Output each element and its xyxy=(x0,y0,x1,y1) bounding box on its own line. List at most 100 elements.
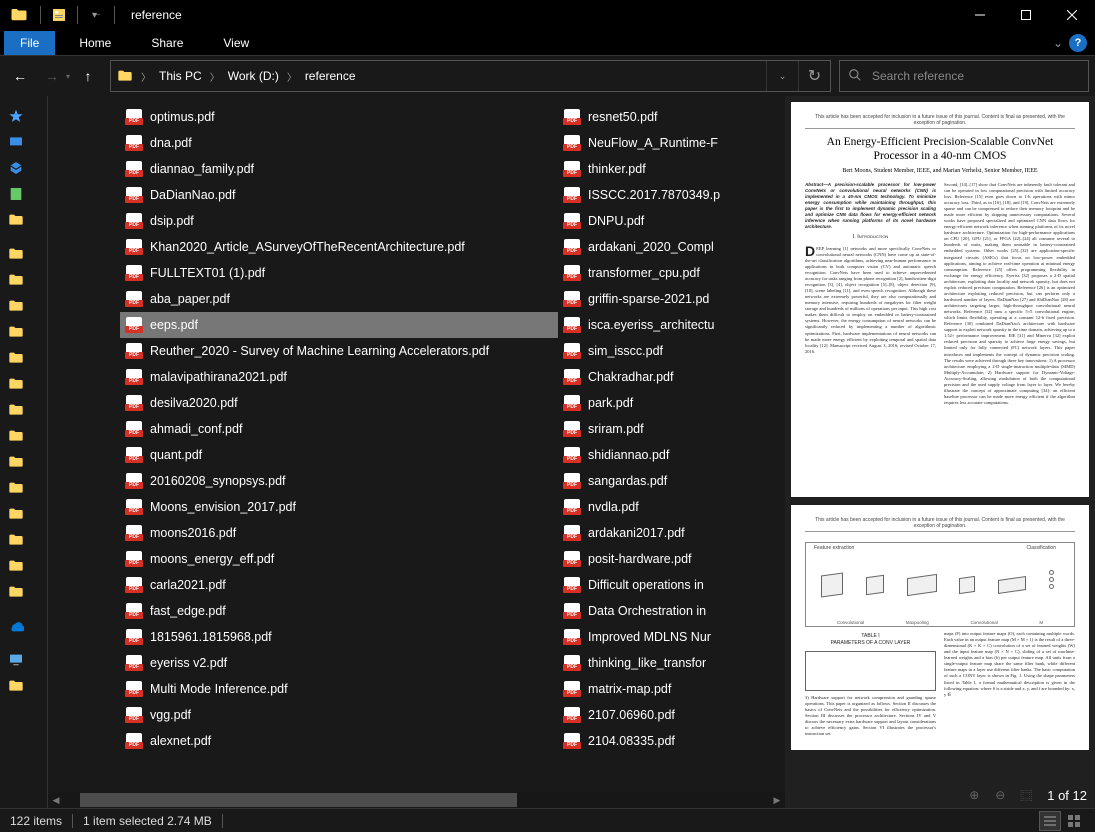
sidebar-item[interactable] xyxy=(0,580,47,604)
horizontal-scrollbar[interactable]: ◀ ▶ xyxy=(48,792,785,808)
file-row[interactable]: ✓diannao_family.pdf xyxy=(120,156,558,182)
ribbon-expand-icon[interactable]: ⌄ xyxy=(1053,36,1063,50)
file-row[interactable]: ✓desilva2020.pdf xyxy=(120,390,558,416)
ribbon-tab-home[interactable]: Home xyxy=(63,31,127,55)
sidebar-item[interactable] xyxy=(0,502,47,526)
file-row[interactable]: ✓Data Orchestration in xyxy=(558,598,778,624)
file-row[interactable]: ✓20160208_synopsys.pdf xyxy=(120,468,558,494)
file-row[interactable]: ✓dna.pdf xyxy=(120,130,558,156)
preview-page-2[interactable]: This article has been accepted for inclu… xyxy=(791,505,1089,750)
sidebar-quick-access[interactable] xyxy=(0,104,47,128)
sidebar-item[interactable] xyxy=(0,320,47,344)
file-row[interactable]: ✓2104.08335.pdf xyxy=(558,728,778,754)
file-row[interactable]: ✓2107.06960.pdf xyxy=(558,702,778,728)
file-row[interactable]: ✓alexnet.pdf xyxy=(120,728,558,754)
scroll-right-icon[interactable]: ▶ xyxy=(769,792,785,808)
file-row[interactable]: ✓quant.pdf xyxy=(120,442,558,468)
details-view-button[interactable] xyxy=(1039,811,1061,831)
file-row[interactable]: ✓Difficult operations in xyxy=(558,572,778,598)
file-row[interactable]: ✓moons2016.pdf xyxy=(120,520,558,546)
sidebar-onedrive[interactable] xyxy=(0,614,47,638)
file-row[interactable]: ✓posit-hardware.pdf xyxy=(558,546,778,572)
file-row[interactable]: ✓ardakani_2020_Compl xyxy=(558,234,778,260)
forward-button[interactable]: → xyxy=(38,62,66,90)
sidebar-item[interactable] xyxy=(0,372,47,396)
file-row[interactable]: ✓aba_paper.pdf xyxy=(120,286,558,312)
refresh-button[interactable]: ↻ xyxy=(798,61,830,91)
sidebar-item[interactable] xyxy=(0,424,47,448)
scroll-left-icon[interactable]: ◀ xyxy=(48,792,64,808)
scrollbar-thumb[interactable] xyxy=(80,793,517,807)
file-row[interactable]: ✓Chakradhar.pdf xyxy=(558,364,778,390)
file-row[interactable]: ✓Moons_envision_2017.pdf xyxy=(120,494,558,520)
file-row[interactable]: ✓carla2021.pdf xyxy=(120,572,558,598)
address-bar[interactable]: 〉 This PC 〉 Work (D:) 〉 reference ⌄ ↻ xyxy=(110,60,831,92)
sidebar-this-pc[interactable] xyxy=(0,648,47,672)
sidebar-item[interactable] xyxy=(0,268,47,292)
minimize-button[interactable] xyxy=(957,0,1003,30)
back-button[interactable]: ← xyxy=(6,62,34,90)
file-row[interactable]: ✓shidiannao.pdf xyxy=(558,442,778,468)
address-dropdown-icon[interactable]: ⌄ xyxy=(766,61,798,91)
file-row[interactable]: ✓FULLTEXT01 (1).pdf xyxy=(120,260,558,286)
file-tab[interactable]: File xyxy=(4,31,55,55)
file-row[interactable]: ✓ardakani2017.pdf xyxy=(558,520,778,546)
file-row[interactable]: ✓Reuther_2020 - Survey of Machine Learni… xyxy=(120,338,558,364)
fit-page-icon[interactable]: ⿴ xyxy=(1015,784,1037,806)
file-row[interactable]: ✓Khan2020_Article_ASurveyOfTheRecentArch… xyxy=(120,234,558,260)
breadcrumb-separator[interactable]: 〉 xyxy=(285,69,299,84)
sidebar-item[interactable] xyxy=(0,156,47,180)
file-row[interactable]: ✓sim_isscc.pdf xyxy=(558,338,778,364)
file-row[interactable]: ✓isca.eyeriss_architectu xyxy=(558,312,778,338)
search-input[interactable]: Search reference xyxy=(839,60,1089,92)
file-row[interactable]: ✓NeuFlow_A_Runtime-F xyxy=(558,130,778,156)
file-row[interactable]: ✓thinking_like_transfor xyxy=(558,650,778,676)
sidebar-item[interactable] xyxy=(0,476,47,500)
breadcrumb-item[interactable]: reference xyxy=(299,61,362,91)
file-row[interactable]: ✓resnet50.pdf xyxy=(558,104,778,130)
sidebar-item[interactable] xyxy=(0,554,47,578)
file-row[interactable]: ✓moons_energy_eff.pdf xyxy=(120,546,558,572)
close-button[interactable] xyxy=(1049,0,1095,30)
file-row[interactable]: ✓ahmadi_conf.pdf xyxy=(120,416,558,442)
file-row[interactable]: ✓sriram.pdf xyxy=(558,416,778,442)
sidebar-item[interactable] xyxy=(0,528,47,552)
history-dropdown-icon[interactable]: ▾ xyxy=(66,72,70,81)
sidebar-item[interactable] xyxy=(0,450,47,474)
breadcrumb-item[interactable]: This PC xyxy=(153,61,208,91)
breadcrumb-separator[interactable]: 〉 xyxy=(208,69,222,84)
maximize-button[interactable] xyxy=(1003,0,1049,30)
file-row[interactable]: ✓ISSCC.2017.7870349.p xyxy=(558,182,778,208)
file-row[interactable]: ✓vgg.pdf xyxy=(120,702,558,728)
zoom-in-icon[interactable]: ⊕ xyxy=(963,784,985,806)
file-row[interactable]: ✓park.pdf xyxy=(558,390,778,416)
file-row[interactable]: ✓matrix-map.pdf xyxy=(558,676,778,702)
file-row[interactable]: ✓DNPU.pdf xyxy=(558,208,778,234)
file-row[interactable]: ✓griffin-sparse-2021.pd xyxy=(558,286,778,312)
file-row[interactable]: ✓Improved MDLNS Nur xyxy=(558,624,778,650)
file-row[interactable]: ✓eyeriss v2.pdf xyxy=(120,650,558,676)
sidebar-item[interactable] xyxy=(0,242,47,266)
ribbon-tab-share[interactable]: Share xyxy=(135,31,199,55)
up-button[interactable]: ↑ xyxy=(74,62,102,90)
sidebar-item[interactable] xyxy=(0,398,47,422)
file-row[interactable]: ✓1815961.1815968.pdf xyxy=(120,624,558,650)
zoom-out-icon[interactable]: ⊖ xyxy=(989,784,1011,806)
file-list[interactable]: ✓optimus.pdf✓dna.pdf✓diannao_family.pdf✓… xyxy=(48,96,785,808)
file-row[interactable]: ✓eeps.pdf xyxy=(120,312,558,338)
scrollbar-track[interactable] xyxy=(80,792,753,808)
file-row[interactable]: ✓dsip.pdf xyxy=(120,208,558,234)
thumbnails-view-button[interactable] xyxy=(1063,811,1085,831)
file-row[interactable]: ✓thinker.pdf xyxy=(558,156,778,182)
file-row[interactable]: ✓Multi Mode Inference.pdf xyxy=(120,676,558,702)
file-row[interactable]: ✓optimus.pdf xyxy=(120,104,558,130)
sidebar-item[interactable] xyxy=(0,674,47,698)
sidebar-item[interactable] xyxy=(0,130,47,154)
ribbon-tab-view[interactable]: View xyxy=(207,31,265,55)
file-row[interactable]: ✓sangardas.pdf xyxy=(558,468,778,494)
sidebar-item[interactable] xyxy=(0,182,47,206)
file-row[interactable]: ✓DaDianNao.pdf xyxy=(120,182,558,208)
breadcrumb-separator[interactable]: 〉 xyxy=(139,69,153,84)
qat-dropdown-icon[interactable]: ▾─ xyxy=(84,3,108,27)
file-row[interactable]: ✓fast_edge.pdf xyxy=(120,598,558,624)
